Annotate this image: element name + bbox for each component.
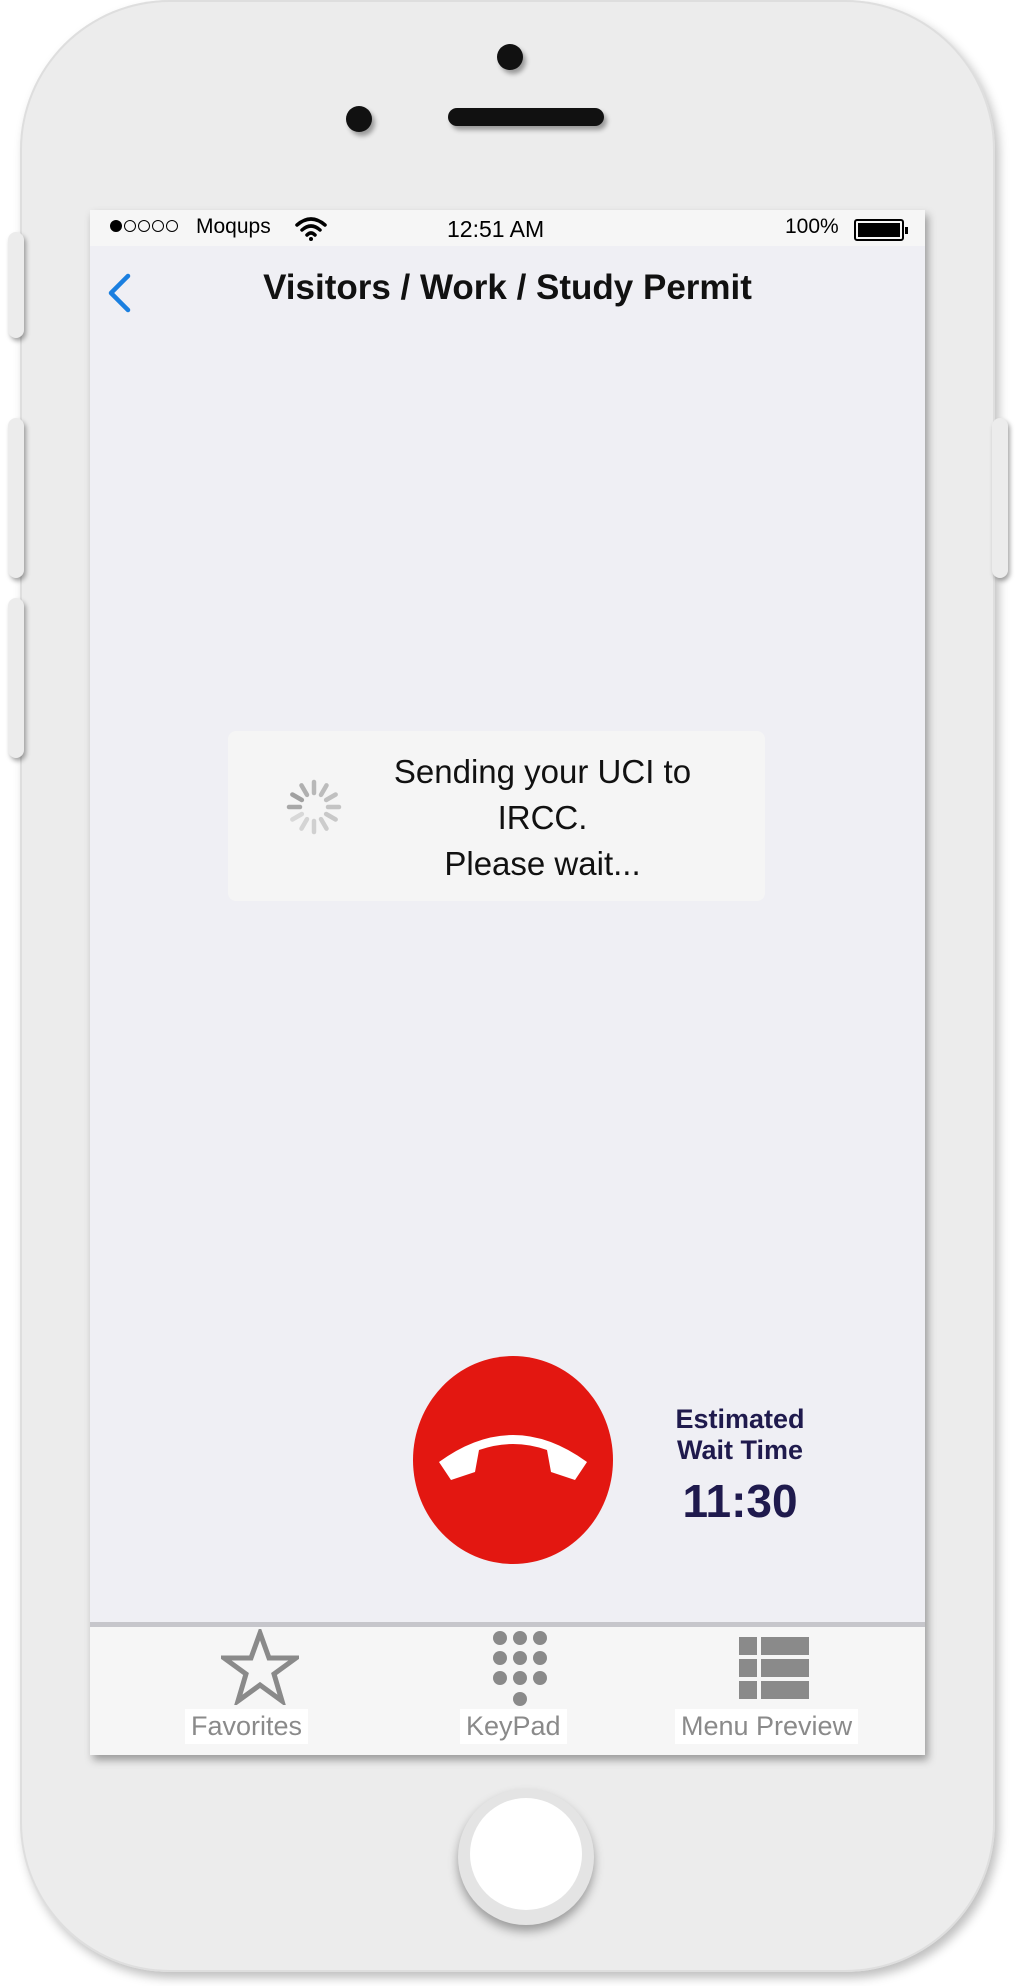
battery-icon <box>854 219 908 241</box>
carrier-name: Moqups <box>196 215 271 238</box>
battery-percentage: 100% <box>785 215 839 238</box>
tab-favorites-label: Favorites <box>185 1709 309 1744</box>
front-camera <box>497 44 523 70</box>
loading-message-line2: IRCC. <box>497 799 588 836</box>
tab-menu-preview-label: Menu Preview <box>675 1709 859 1744</box>
tab-favorites[interactable]: Favorites <box>185 1627 335 1755</box>
power-button <box>992 418 1008 578</box>
wait-label-line2: Wait Time <box>676 1435 804 1465</box>
screen: Moqups 12:51 AM 100% Visitors / Work / S… <box>90 210 925 1755</box>
star-icon <box>221 1629 299 1705</box>
loading-message-line1: Sending your UCI to <box>393 753 692 790</box>
tab-bar: Favorites KeyPad Menu Preview <box>90 1622 925 1755</box>
home-button[interactable] <box>470 1798 582 1910</box>
tab-keypad[interactable]: KeyPad <box>460 1627 580 1755</box>
earpiece-speaker <box>448 108 604 126</box>
tab-keypad-label: KeyPad <box>460 1709 567 1744</box>
status-time: 12:51 AM <box>447 216 545 242</box>
wait-label-line1: Estimated <box>675 1404 805 1434</box>
page-title: Visitors / Work / Study Permit <box>263 268 752 307</box>
status-bar: Moqups 12:51 AM 100% <box>90 210 925 246</box>
loading-message-line3: Please wait... <box>444 845 641 882</box>
end-call-button[interactable] <box>413 1356 613 1564</box>
phone-hangup-icon <box>439 1435 587 1480</box>
keypad-icon <box>493 1631 547 1706</box>
loading-dialog: Sending your UCI to IRCC. Please wait... <box>228 731 765 901</box>
silent-switch <box>8 232 24 338</box>
volume-down-button <box>8 598 24 758</box>
signal-strength-icon <box>110 220 178 232</box>
estimated-wait-label: Estimated Wait Time <box>660 1404 820 1466</box>
estimated-wait-time: 11:30 <box>682 1475 798 1527</box>
loading-message: Sending your UCI to IRCC. Please wait... <box>360 749 725 887</box>
list-icon <box>739 1637 809 1699</box>
proximity-sensor <box>346 106 372 132</box>
wifi-icon <box>295 217 327 241</box>
volume-up-button <box>8 418 24 578</box>
tab-menu-preview[interactable]: Menu Preview <box>675 1627 875 1755</box>
loading-spinner-icon <box>286 779 342 835</box>
